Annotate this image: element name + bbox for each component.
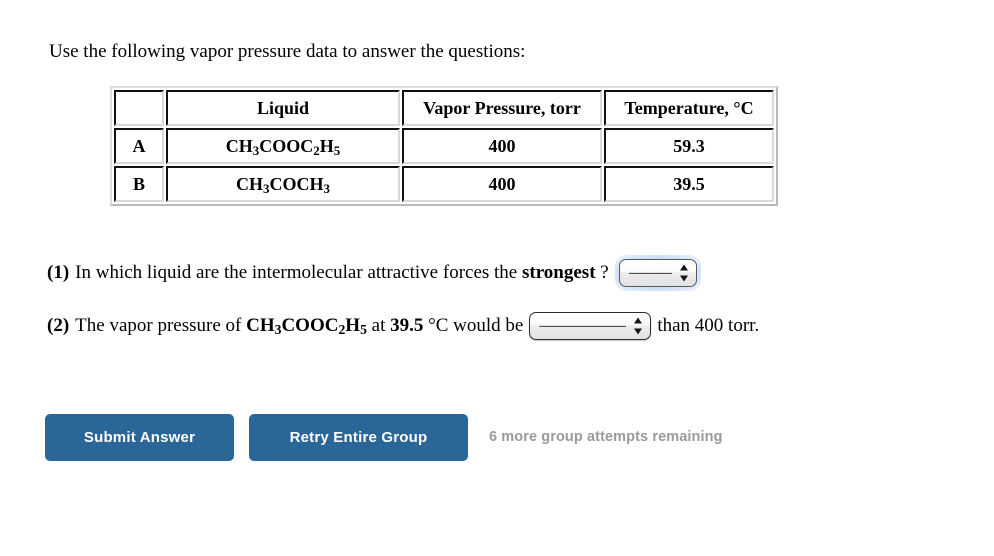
row-label-a: A xyxy=(114,128,164,164)
formula-sub: 3 xyxy=(323,180,330,196)
formula-sub: 5 xyxy=(333,142,341,158)
question-1-text: In which liquid are the intermolecular a… xyxy=(75,260,609,286)
formula-seg: H xyxy=(319,135,334,156)
formula-seg: COCH xyxy=(269,173,324,194)
table-header-vapor-pressure: Vapor Pressure, torr xyxy=(402,90,602,126)
row-b-liquid-formula: CH3COCH3 xyxy=(166,166,400,202)
formula-sub: 3 xyxy=(263,180,270,196)
question-2-units: °C xyxy=(423,314,449,336)
question-1-answer-select[interactable]: ——— xyxy=(618,259,697,287)
chevron-down-icon xyxy=(679,275,688,282)
question-1-emphasis: strongest xyxy=(522,262,596,283)
formula-sub: 5 xyxy=(360,322,367,338)
table-row: B CH3COCH3 400 39.5 xyxy=(114,166,774,202)
question-2-select-value: —————— xyxy=(539,318,627,334)
chevron-updown-icon xyxy=(634,317,643,335)
question-2-text-before: The vapor pressure of xyxy=(75,314,247,336)
chevron-up-icon xyxy=(679,264,688,271)
question-2-select-host: —————— xyxy=(529,312,652,340)
question-1: (1) In which liquid are the intermolecul… xyxy=(47,255,707,291)
formula-seg: COOC xyxy=(281,314,339,336)
table-header-corner xyxy=(114,90,164,126)
table-header-liquid: Liquid xyxy=(166,90,400,126)
question-1-select-value: ——— xyxy=(628,265,672,281)
question-2-trailing-text: than 400 torr. xyxy=(657,315,760,336)
question-2-text: The vapor pressure of CH3COOC2H5 at 39.5… xyxy=(75,313,523,340)
row-a-liquid-formula: CH3COOC2H5 xyxy=(166,128,400,164)
vapor-pressure-table-wrapper: Liquid Vapor Pressure, torr Temperature,… xyxy=(110,86,778,206)
attempts-remaining-text: 6 more group attempts remaining xyxy=(489,429,723,445)
formula-seg: COOC xyxy=(259,135,314,156)
question-2: (2) The vapor pressure of CH3COOC2H5 at … xyxy=(47,312,759,340)
formula-sub: 2 xyxy=(338,322,346,338)
question-2-number: (2) xyxy=(47,315,70,336)
row-b-temperature: 39.5 xyxy=(604,166,774,202)
question-1-select-host: ——— xyxy=(614,255,701,291)
formula-seg: H xyxy=(345,314,361,336)
row-a-vapor-pressure: 400 xyxy=(402,128,602,164)
chevron-down-icon xyxy=(634,328,643,335)
formula-seg: CH xyxy=(225,135,253,156)
question-2-formula: CH3COOC2H5 xyxy=(246,314,367,338)
chevron-updown-icon xyxy=(679,264,689,282)
formula-sub: 3 xyxy=(252,142,260,158)
formula-sub: 3 xyxy=(274,322,282,338)
question-1-text-after: ? xyxy=(595,262,609,283)
instruction-text: Use the following vapor pressure data to… xyxy=(49,41,526,62)
formula-seg: CH xyxy=(246,314,275,336)
row-label-b: B xyxy=(114,166,164,202)
question-2-temperature: 39.5 xyxy=(390,314,424,336)
question-1-text-before: In which liquid are the intermolecular a… xyxy=(75,262,522,283)
submit-answer-button[interactable]: Submit Answer xyxy=(45,414,234,461)
question-2-answer-select[interactable]: —————— xyxy=(529,312,652,340)
vapor-pressure-table: Liquid Vapor Pressure, torr Temperature,… xyxy=(110,86,778,206)
chevron-up-icon xyxy=(634,317,643,324)
question-1-number: (1) xyxy=(47,262,70,283)
table-header-row: Liquid Vapor Pressure, torr Temperature,… xyxy=(114,90,774,126)
table-header-temperature: Temperature, °C xyxy=(604,90,774,126)
question-2-text-after: would be xyxy=(448,314,524,336)
table-row: A CH3COOC2H5 400 59.3 xyxy=(114,128,774,164)
question-2-text-mid: at xyxy=(366,314,391,336)
retry-entire-group-button[interactable]: Retry Entire Group xyxy=(249,414,468,461)
row-b-vapor-pressure: 400 xyxy=(402,166,602,202)
row-a-temperature: 59.3 xyxy=(604,128,774,164)
formula-sub: 2 xyxy=(313,142,320,158)
formula-seg: CH xyxy=(236,173,264,194)
